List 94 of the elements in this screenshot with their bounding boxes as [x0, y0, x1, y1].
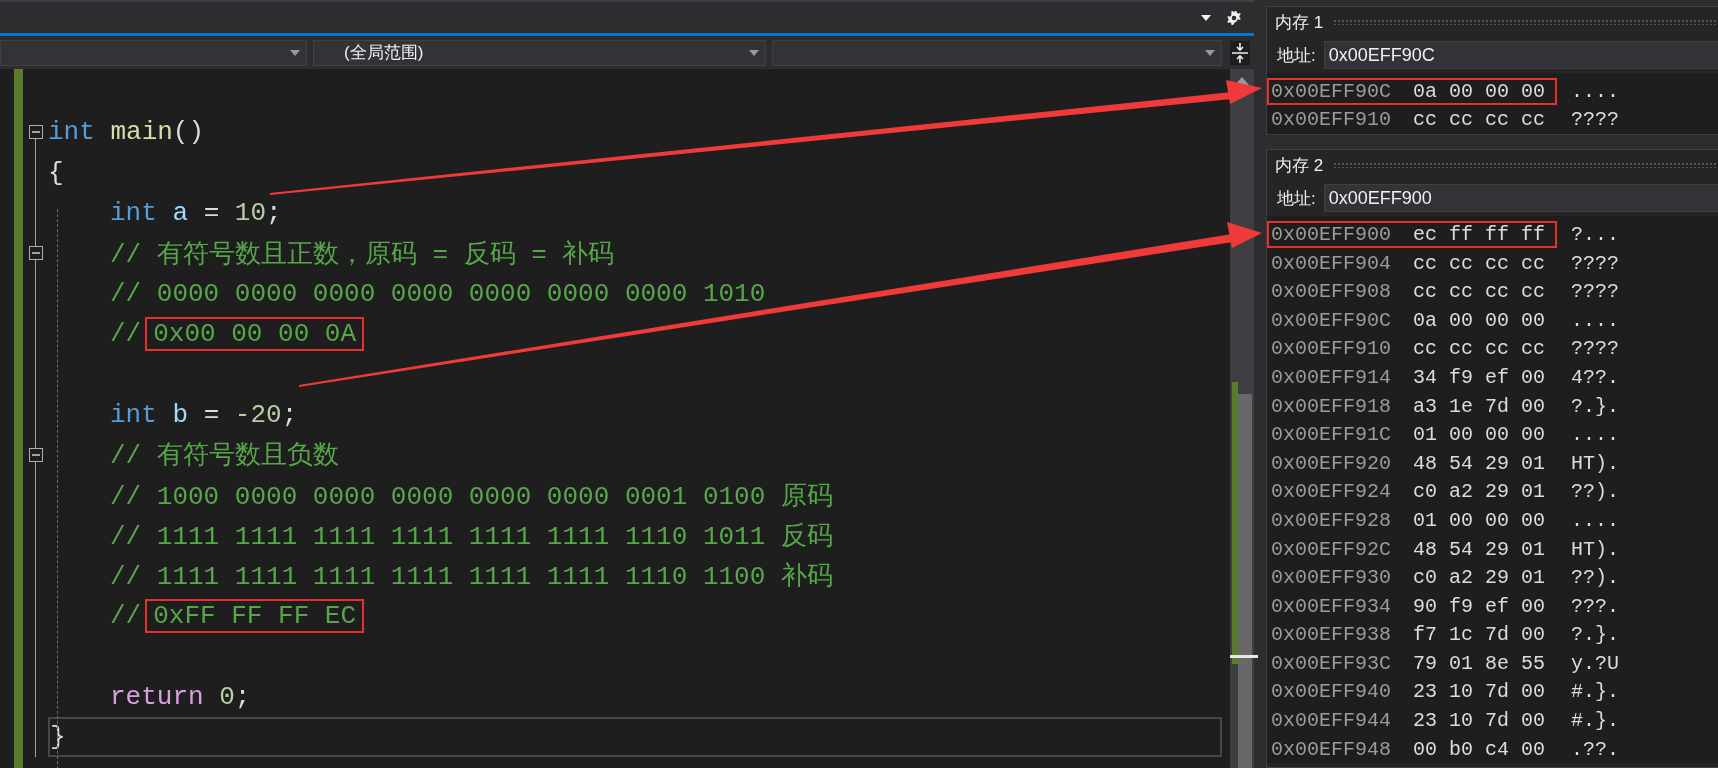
memory-bytes: 48 54 29 01 [1413, 537, 1546, 561]
memory-address: 0x00EFF910 [1271, 337, 1392, 361]
code-line: int b = -20; [110, 399, 298, 430]
memory-address: 0x00EFF908 [1271, 280, 1392, 304]
memory-address: 0x00EFF934 [1271, 594, 1392, 618]
memory-bytes: 23 10 7d 00 [1413, 680, 1546, 704]
memory-bytes: 01 00 00 00 [1413, 423, 1546, 447]
highlighted-code: 0xFF FF FF EC [145, 599, 365, 633]
memory-ascii: HT). [1571, 537, 1619, 561]
address-label: 地址: [1277, 44, 1316, 67]
memory-address: 0x00EFF944 [1271, 709, 1392, 733]
memory-address: 0x00EFF938 [1271, 623, 1392, 647]
memory-address: 0x00EFF930 [1271, 566, 1392, 590]
memory-ascii: .... [1571, 423, 1619, 447]
memory-bytes: 01 00 00 00 [1413, 508, 1546, 532]
collapse-icon[interactable] [28, 447, 43, 462]
panel-title: 内存 1 [1275, 11, 1324, 34]
memory-ascii: ?... [1571, 223, 1619, 246]
memory-address: 0x00EFF904 [1271, 251, 1392, 275]
memory-ascii: 4??. [1571, 365, 1619, 389]
highlighted-code: 0x00 00 00 0A [145, 316, 365, 351]
memory-bytes: 0a 00 00 00 [1413, 79, 1546, 103]
code-line: return 0; [110, 681, 251, 712]
memory-bytes: c0 a2 29 01 [1413, 480, 1546, 504]
memory-ascii: ?.}. [1571, 623, 1619, 647]
memory-bytes: 23 10 7d 00 [1413, 709, 1546, 733]
memory-bytes: 34 f9 ef 00 [1413, 365, 1546, 389]
collapse-icon[interactable] [28, 246, 43, 261]
memory-bytes: cc cc cc cc [1413, 251, 1546, 275]
code-line: // 有符号数且负数 [110, 440, 339, 473]
code-line: // 1111 1111 1111 1111 1111 1111 1110 1100 补码 [110, 561, 833, 594]
code-line: int main() [48, 117, 205, 148]
memory-ascii: #.}. [1571, 680, 1619, 704]
memory-ascii: ??). [1571, 480, 1619, 504]
code-line: int a = 10; [110, 198, 282, 229]
split-icon[interactable] [1230, 40, 1250, 65]
memory-bytes: cc cc cc cc [1413, 280, 1546, 304]
memory-address: 0x00EFF90C [1271, 79, 1392, 103]
caret-icon [1205, 49, 1216, 56]
memory-address: 0x00EFF92C [1271, 537, 1392, 561]
memory-bytes: 90 f9 ef 00 [1413, 594, 1546, 618]
memory-bytes: cc cc cc cc [1413, 337, 1546, 361]
memory-address: 0x00EFF948 [1271, 737, 1392, 761]
memory-bytes: ec ff ff ff [1413, 223, 1546, 246]
memory-address: 0x00EFF914 [1271, 365, 1392, 389]
memory-bytes: c0 a2 29 01 [1413, 566, 1546, 590]
memory-bytes: f7 1c 7d 00 [1413, 623, 1546, 647]
caret-icon [290, 49, 301, 56]
memory-address: 0x00EFF920 [1271, 451, 1392, 475]
memory-ascii: .... [1571, 79, 1619, 103]
memory-ascii: ???? [1571, 251, 1619, 275]
memory-address: 0x00EFF910 [1271, 108, 1392, 132]
address-field[interactable]: 0x00EFF900 [1323, 184, 1718, 213]
memory-address: 0x00EFF900 [1271, 223, 1392, 246]
memory-ascii: ??). [1571, 566, 1619, 590]
collapse-icon[interactable] [28, 125, 43, 140]
memory-ascii: y.?U [1571, 651, 1619, 675]
dropdown-icon[interactable] [1200, 13, 1212, 22]
memory-bytes: 0a 00 00 00 [1413, 308, 1546, 332]
memory-ascii: #.}. [1571, 709, 1619, 733]
memory-address: 0x00EFF924 [1271, 480, 1392, 504]
memory-ascii: ???? [1571, 337, 1619, 361]
panel-title: 内存 2 [1275, 154, 1324, 177]
memory-ascii: .... [1571, 508, 1619, 532]
code-line: { [48, 157, 64, 188]
address-field[interactable]: 0x00EFF90C [1323, 41, 1718, 69]
memory-address: 0x00EFF93C [1271, 651, 1392, 675]
code-line: // 0000 0000 0000 0000 0000 0000 0000 1010 [110, 278, 766, 309]
memory-ascii: HT). [1571, 451, 1619, 475]
memory-ascii: ???? [1571, 280, 1619, 304]
memory-bytes: 79 01 8e 55 [1413, 651, 1546, 675]
memory-address: 0x00EFF928 [1271, 508, 1392, 532]
caret-icon [748, 49, 759, 56]
dropdown[interactable]: (全局范围) [313, 39, 766, 66]
code-line: // [110, 318, 142, 349]
memory-ascii: ?.}. [1571, 394, 1619, 418]
memory-ascii: .??. [1571, 737, 1619, 761]
memory-ascii: .... [1571, 308, 1619, 332]
code-line: // [110, 601, 142, 631]
memory-bytes: a3 1e 7d 00 [1413, 394, 1546, 418]
address-label: 地址: [1277, 187, 1316, 210]
code-line: // 1000 0000 0000 0000 0000 0000 0001 0100 原码 [110, 480, 833, 513]
memory-address: 0x00EFF940 [1271, 680, 1392, 704]
memory-bytes: 48 54 29 01 [1413, 451, 1546, 475]
code-line: // 有符号数且正数，原码 = 反码 = 补码 [110, 238, 615, 271]
code-line: // 1111 1111 1111 1111 1111 1111 1110 1011 反码 [110, 520, 833, 553]
memory-ascii: ???? [1571, 108, 1619, 132]
memory-address: 0x00EFF918 [1271, 394, 1392, 418]
memory-address: 0x00EFF90C [1271, 308, 1392, 332]
memory-bytes: 00 b0 c4 00 [1413, 737, 1546, 761]
memory-address: 0x00EFF91C [1271, 423, 1392, 447]
settings-icon[interactable] [1226, 9, 1242, 26]
memory-bytes: cc cc cc cc [1413, 108, 1546, 132]
memory-ascii: ???. [1571, 594, 1619, 618]
